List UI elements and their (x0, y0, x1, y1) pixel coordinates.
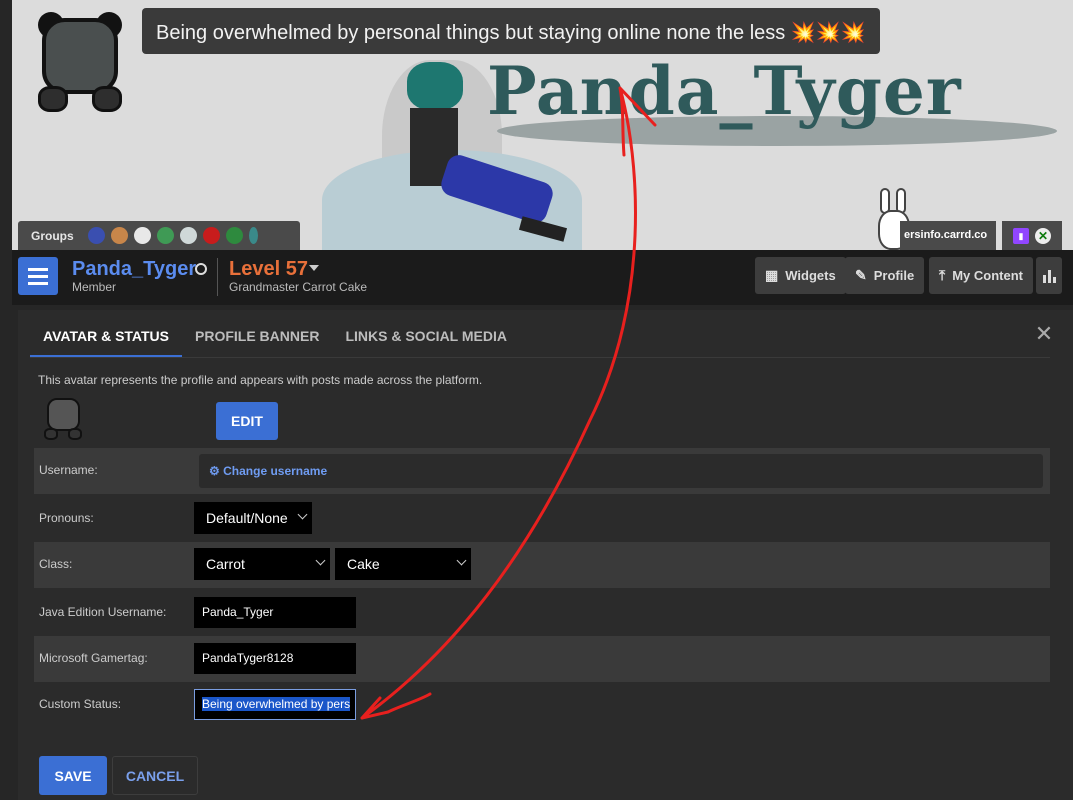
class-label: Class: (39, 557, 73, 571)
profile-level[interactable]: Level 57 (229, 258, 308, 281)
twitch-icon[interactable]: ▮ (1013, 227, 1029, 244)
class-select-primary[interactable]: Carrot (194, 548, 330, 580)
cancel-button[interactable]: CANCEL (112, 756, 198, 795)
change-username-label: Change username (223, 464, 328, 478)
banner-character-head (407, 62, 463, 110)
my-content-button[interactable]: ⤒ My Content (929, 257, 1033, 294)
profile-role: Member (72, 280, 117, 294)
group-icon[interactable] (248, 227, 258, 244)
custom-status-display: Being overwhelmed by personal things but… (142, 8, 880, 54)
settings-panel: Avatar & Status Profile Banner Links & S… (18, 310, 1073, 800)
widgets-label: Widgets (785, 268, 836, 283)
group-icon[interactable] (202, 227, 220, 244)
custom-status-selected-text: Being overwhelmed by pers (202, 697, 351, 711)
widgets-button[interactable]: ▦ Widgets (755, 257, 846, 294)
java-username-label: Java Edition Username: (39, 605, 167, 619)
chevron-down-icon[interactable] (309, 265, 319, 271)
groups-bar: Groups (18, 221, 300, 250)
gear-icon: ⚙ (209, 464, 220, 478)
online-status-icon (195, 263, 207, 275)
pencil-icon: ✎ (855, 267, 867, 283)
gamertag-input[interactable]: PandaTyger8128 (194, 643, 356, 674)
groups-label: Groups (31, 228, 74, 243)
java-username-row: Java Edition Username: Panda_Tyger (34, 590, 1050, 636)
pronouns-row: Pronouns: Default/None (34, 496, 1050, 542)
close-icon[interactable]: ✕ (1034, 323, 1054, 345)
banner-logo-text: Panda_Tyger (487, 52, 962, 130)
group-icon[interactable] (133, 227, 151, 244)
website-link[interactable]: ersinfo.carrd.co (900, 221, 996, 250)
class-select-secondary[interactable]: Cake (335, 548, 471, 580)
tab-avatar-status[interactable]: Avatar & Status (30, 310, 182, 358)
profile-header: Panda_Tyger Member Level 57 Grandmaster … (12, 250, 1073, 305)
tab-profile-banner[interactable]: Profile Banner (182, 310, 332, 358)
username-label: Username: (39, 463, 98, 477)
class-row: Class: Carrot Cake (34, 542, 1050, 588)
social-links: ▮ ✕ (1002, 221, 1062, 250)
edit-avatar-button[interactable]: EDIT (216, 402, 278, 440)
custom-status-input[interactable]: Being overwhelmed by pers (194, 689, 356, 720)
save-button[interactable]: SAVE (39, 756, 107, 795)
gamertag-row: Microsoft Gamertag: PandaTyger8128 (34, 636, 1050, 682)
pronouns-label: Pronouns: (39, 511, 94, 525)
stats-button[interactable] (1036, 257, 1062, 294)
bar-chart-icon (1042, 275, 1046, 283)
group-icon[interactable] (156, 227, 174, 244)
profile-button[interactable]: ✎ Profile (845, 257, 925, 294)
avatar-description: This avatar represents the profile and a… (38, 373, 483, 387)
page: Panda_Tyger Being overwhelmed by persona… (0, 0, 1073, 800)
custom-status-label: Custom Status: (39, 697, 122, 711)
group-icon[interactable] (225, 227, 243, 244)
group-icon[interactable] (179, 227, 197, 244)
class-value-primary: Carrot (206, 556, 245, 572)
group-icon[interactable] (87, 227, 105, 244)
change-username-link[interactable]: ⚙ Change username (199, 454, 1043, 488)
tab-links-social-media[interactable]: Links & Social Media (332, 310, 520, 358)
upload-icon: ⤒ (939, 267, 946, 283)
avatar-thumbnail (44, 396, 84, 440)
tab-divider (30, 357, 1050, 358)
menu-button[interactable] (18, 257, 58, 295)
widgets-icon: ▦ (765, 267, 779, 283)
pronouns-value: Default/None (206, 510, 288, 526)
header-divider (217, 258, 218, 296)
username-row: Username: ⚙ Change username (34, 448, 1050, 494)
chevron-down-icon (297, 509, 308, 520)
gamertag-label: Microsoft Gamertag: (39, 651, 148, 665)
group-icon[interactable] (110, 227, 128, 244)
custom-status-row: Custom Status: Being overwhelmed by pers (34, 682, 1050, 728)
chevron-down-icon (315, 555, 326, 566)
chevron-down-icon (456, 555, 467, 566)
settings-tabs: Avatar & Status Profile Banner Links & S… (30, 310, 520, 358)
level-title: Grandmaster Carrot Cake (229, 280, 368, 294)
profile-label: Profile (873, 268, 915, 283)
xbox-icon[interactable]: ✕ (1035, 227, 1051, 244)
java-username-input[interactable]: Panda_Tyger (194, 597, 356, 628)
profile-username[interactable]: Panda_Tyger (72, 258, 196, 281)
pronouns-select[interactable]: Default/None (194, 502, 312, 534)
class-value-secondary: Cake (347, 556, 380, 572)
banner-avatar (34, 12, 126, 112)
my-content-label: My Content (952, 268, 1023, 283)
